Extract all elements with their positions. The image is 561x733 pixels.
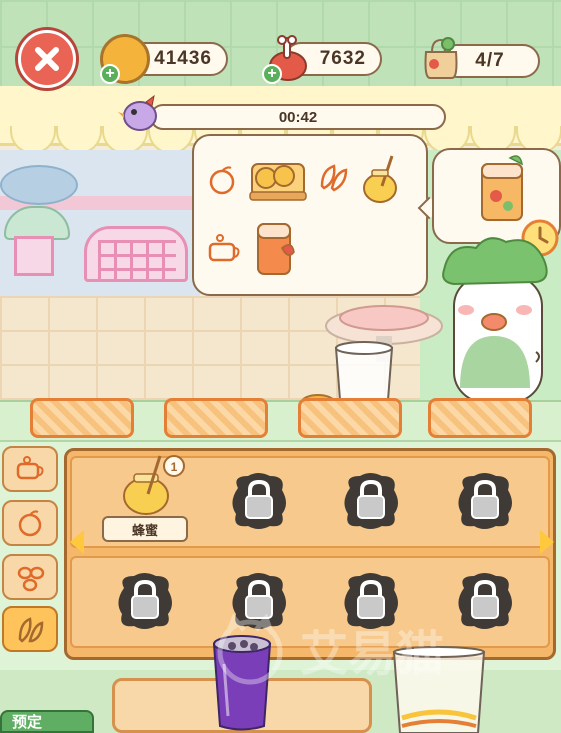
- orange-icon: [18, 510, 42, 537]
- scroll-left-arrow-icon[interactable]: [70, 530, 84, 554]
- recipe-ingredients: [208, 155, 397, 275]
- tab-fruit[interactable]: [2, 500, 58, 546]
- serving-pad-3[interactable]: [298, 398, 402, 438]
- orange-icon: [209, 166, 235, 195]
- timer-bar: 00:42: [150, 104, 446, 130]
- peanut-icon: [17, 566, 45, 592]
- tab-coffee[interactable]: [2, 446, 58, 492]
- locked-slot-lock-icon[interactable]: [228, 470, 290, 532]
- coin-count: 41436: [154, 48, 212, 69]
- leaf-icon: [320, 164, 348, 192]
- add-coins-button[interactable]: +: [100, 64, 120, 84]
- tab-nuts[interactable]: [2, 554, 58, 600]
- honey-jar-icon[interactable]: 1: [116, 452, 188, 518]
- bird-timer-icon: [118, 94, 157, 131]
- watermark-text: 艾易猫: [300, 626, 444, 682]
- shop-window-grid: [98, 240, 176, 280]
- customer-character: [442, 237, 548, 402]
- honey-jar-icon: [363, 155, 397, 203]
- leaf-icon: [18, 617, 44, 643]
- locked-slot-lock-icon[interactable]: [340, 470, 402, 532]
- serving-pad-2[interactable]: [164, 398, 268, 438]
- scroll-right-arrow-icon[interactable]: [540, 530, 554, 554]
- close-button[interactable]: [18, 30, 76, 88]
- locked-slot-lock-icon[interactable]: [454, 470, 516, 532]
- reserve-button[interactable]: 预定: [0, 710, 94, 733]
- shop-window-small: [14, 236, 54, 276]
- unlocked-item-label: 蜂蜜: [102, 516, 188, 542]
- meat-count: 7632: [319, 48, 366, 69]
- serving-pad-4[interactable]: [428, 398, 532, 438]
- coffee-cup-icon: [208, 234, 240, 262]
- serving-pad-1[interactable]: [30, 398, 134, 438]
- shop-dome: [0, 165, 78, 205]
- coffee-cup-icon: [16, 456, 44, 480]
- timer-text: 00:42: [278, 108, 318, 126]
- recipe-bubble: [192, 134, 428, 296]
- close-x-icon: [35, 47, 59, 71]
- cake-slices-icon: [249, 163, 307, 201]
- locked-slot-lock-icon[interactable]: [114, 570, 176, 632]
- tab-leaf[interactable]: [2, 606, 58, 652]
- item-level: 1: [171, 460, 178, 474]
- watermark: 艾易猫: [210, 613, 540, 690]
- add-meat-button[interactable]: +: [262, 64, 282, 84]
- shopping-bag-icon: [424, 37, 458, 79]
- juice-cup-icon: [257, 223, 295, 275]
- order-count: 4/7: [475, 50, 505, 71]
